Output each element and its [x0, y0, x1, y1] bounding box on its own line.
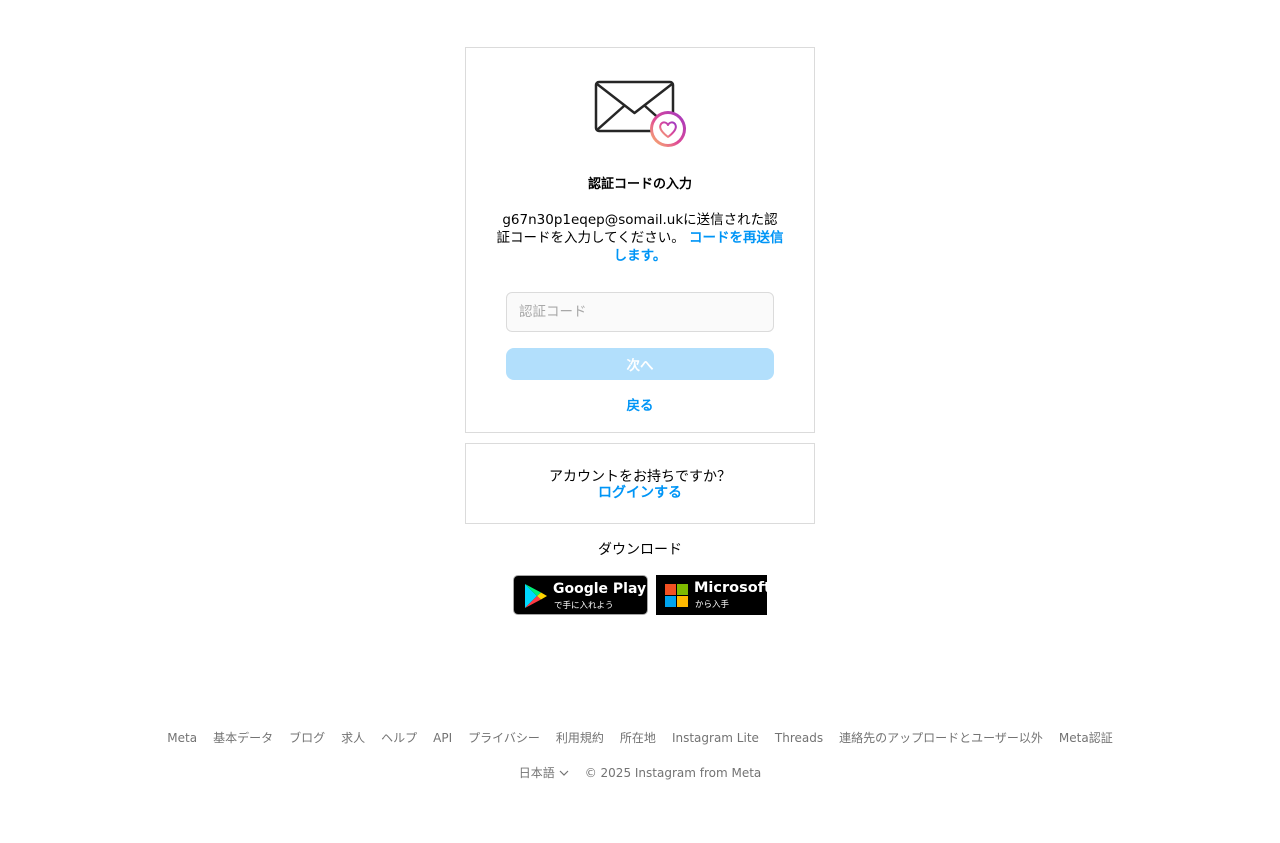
google-play-badge[interactable]: Google Play で手に入れよう — [513, 575, 648, 615]
copyright-text: © 2025 Instagram from Meta — [584, 766, 762, 780]
language-selector[interactable]: 日本語 — [519, 765, 569, 781]
footer-link-terms[interactable]: 利用規約 — [556, 730, 604, 746]
footer-link-instagram-lite[interactable]: Instagram Lite — [672, 730, 759, 746]
download-label: ダウンロード — [598, 542, 682, 558]
google-play-title: Google Play — [553, 581, 647, 597]
footer-link-locations[interactable]: 所在地 — [620, 730, 656, 746]
language-label: 日本語 — [518, 766, 555, 780]
microsoft-store-badge[interactable]: Microsoft から入手 — [656, 575, 771, 615]
page: 認証コードの入力 g67n30p1eqep@somail.ukに送信された認証コ… — [0, 0, 1280, 843]
footer-link-threads[interactable]: Threads — [775, 730, 823, 746]
verification-card: 認証コードの入力 g67n30p1eqep@somail.ukに送信された認証コ… — [465, 47, 815, 433]
google-play-icon — [525, 584, 547, 608]
footer-bottom: 日本語 © 2025 Instagram from Meta — [0, 765, 1280, 781]
next-button[interactable]: 次へ — [506, 348, 774, 380]
footer-link-about[interactable]: 基本データ — [213, 730, 273, 746]
google-play-subtitle: で手に入れよう — [554, 601, 614, 611]
login-prompt: アカウントをお持ちですか？ ログインする — [466, 469, 814, 501]
footer-link-privacy[interactable]: プライバシー — [468, 730, 540, 746]
footer-link-api[interactable]: API — [433, 730, 452, 746]
confirmation-code-input[interactable] — [506, 292, 774, 332]
login-card: アカウントをお持ちですか？ ログインする — [465, 443, 815, 524]
envelope-heart-icon — [594, 80, 686, 147]
microsoft-subtitle: から入手 — [695, 600, 730, 610]
footer-link-jobs[interactable]: 求人 — [341, 730, 365, 746]
footer-link-contact-upload[interactable]: 連絡先のアップロードとユーザー以外 — [839, 730, 1043, 746]
page-title: 認証コードの入力 — [587, 177, 692, 192]
email-address: g67n30p1eqep@somail.uk — [502, 212, 684, 228]
microsoft-logo-icon — [665, 584, 688, 607]
instruction-text: g67n30p1eqep@somail.ukに送信された認証コードを入力してくだ… — [496, 211, 784, 265]
footer-link-meta-verified[interactable]: Meta認証 — [1059, 730, 1113, 746]
footer-link-meta[interactable]: Meta — [167, 730, 197, 746]
footer-link-help[interactable]: ヘルプ — [381, 730, 417, 746]
footer-links: Meta 基本データ ブログ 求人 ヘルプ API プライバシー 利用規約 所在… — [0, 730, 1280, 746]
back-link[interactable]: 戻る — [627, 398, 654, 414]
chevron-down-icon — [559, 770, 569, 776]
back-link-container: 戻る — [466, 397, 814, 415]
footer-link-blog[interactable]: ブログ — [289, 730, 325, 746]
microsoft-title: Microsoft — [694, 580, 771, 596]
login-link[interactable]: ログインする — [598, 485, 682, 501]
account-question: アカウントをお持ちですか？ — [549, 469, 731, 485]
